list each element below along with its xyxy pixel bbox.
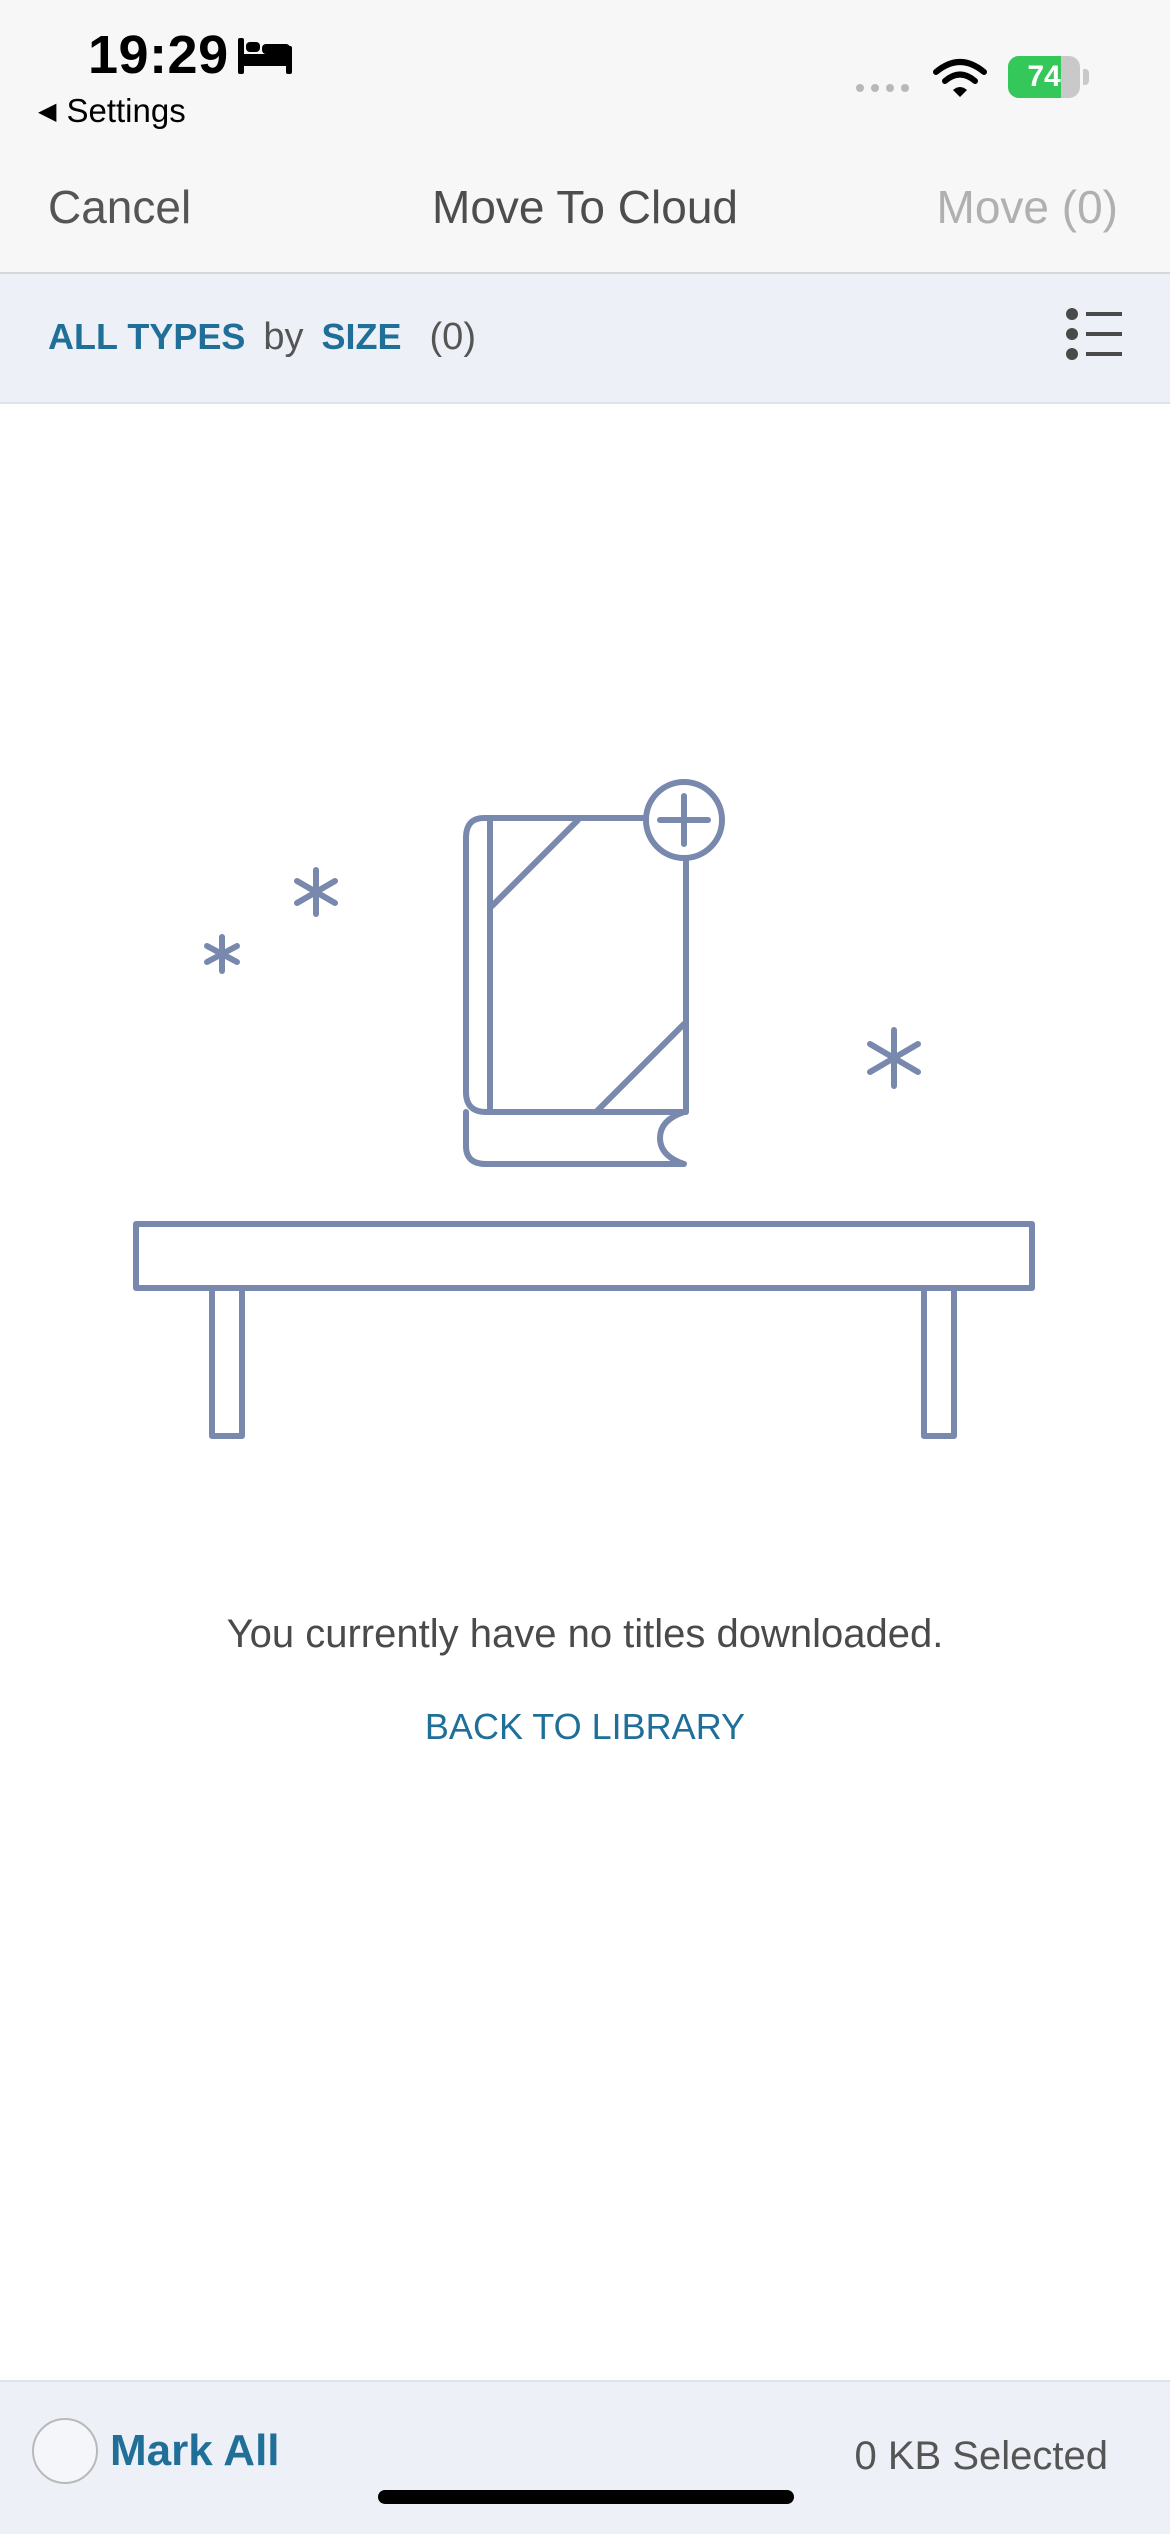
back-settings-label: Settings	[66, 92, 186, 129]
selected-size-label: 0 KB Selected	[854, 2434, 1109, 2478]
filter-bar: ALL TYPES by SIZE (0)	[0, 274, 1170, 404]
navigation-bar: Cancel Move To Cloud Move (0)	[0, 160, 1170, 274]
wifi-icon	[933, 59, 987, 97]
status-bar: 19:29 ◀ Settings 74	[0, 0, 1170, 160]
home-indicator	[378, 2490, 794, 2504]
mark-all-checkbox[interactable]	[32, 2418, 98, 2484]
filter-count: (0)	[429, 316, 476, 358]
sort-filter-button[interactable]: SIZE	[322, 316, 402, 358]
back-to-library-button[interactable]: BACK TO LIBRARY	[425, 1706, 745, 1747]
battery-charging-icon: 74	[1008, 56, 1089, 98]
filter-summary: ALL TYPES by SIZE (0)	[48, 316, 476, 359]
type-filter-button[interactable]: ALL TYPES	[48, 316, 245, 358]
status-time: 19:29	[88, 25, 229, 85]
empty-state-message: You currently have no titles downloaded.	[226, 1612, 944, 1656]
bed-icon	[238, 38, 292, 74]
battery-label: 74	[1027, 60, 1061, 93]
back-caret-icon: ◀	[38, 97, 57, 125]
cellular-signal-icon	[856, 84, 909, 92]
cancel-button[interactable]: Cancel	[48, 180, 191, 234]
filter-by-label: by	[263, 316, 304, 358]
back-to-settings-link[interactable]: ◀ Settings	[38, 92, 186, 130]
back-to-library-container: BACK TO LIBRARY	[0, 1706, 1170, 1748]
move-button[interactable]: Move (0)	[937, 180, 1118, 234]
empty-bookshelf-icon	[133, 779, 1035, 1439]
mark-all-button[interactable]: Mark All	[32, 2418, 280, 2484]
bottom-bar: Mark All 0 KB Selected	[0, 2380, 1170, 2534]
mark-all-label: Mark All	[110, 2426, 280, 2475]
list-view-icon[interactable]	[1064, 306, 1124, 362]
